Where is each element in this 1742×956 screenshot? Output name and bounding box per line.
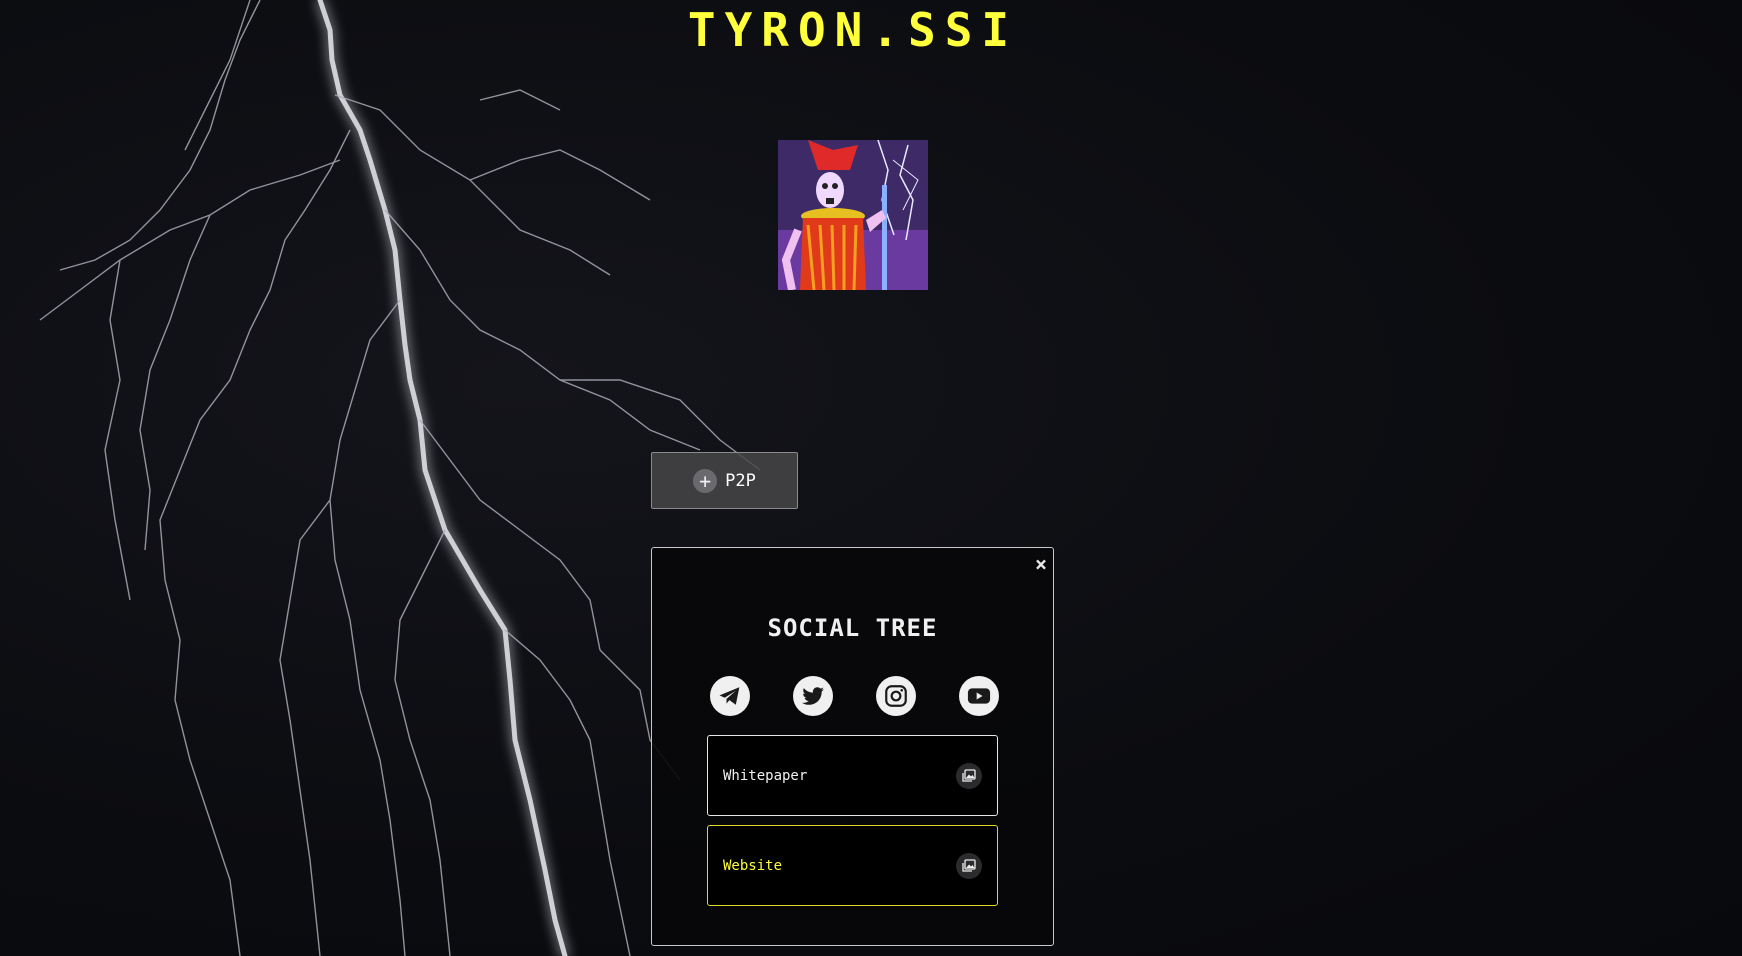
page-background: TYRON.SSI + P2P × SOCIAL TREE Whitepaper… [0,0,1742,956]
twitter-icon[interactable] [793,676,833,716]
social-icons-row [710,676,1000,716]
p2p-button-label: P2P [725,470,756,491]
image-stack-icon [956,762,982,789]
website-link[interactable]: Website [707,825,998,906]
close-button[interactable]: × [1035,552,1047,576]
image-stack-icon [956,852,982,879]
youtube-icon[interactable] [959,676,999,716]
website-link-label: Website [723,857,783,874]
social-tree-panel: × SOCIAL TREE Whitepaper Website [651,547,1054,946]
app-title: TYRON.SSI [687,3,1019,57]
telegram-icon[interactable] [710,676,750,716]
whitepaper-link-label: Whitepaper [723,767,808,784]
plus-circle-icon: + [693,468,718,493]
whitepaper-link[interactable]: Whitepaper [707,735,998,816]
avatar [778,140,928,290]
instagram-icon[interactable] [876,676,916,716]
social-tree-title: SOCIAL TREE [767,614,938,642]
p2p-button[interactable]: + P2P [651,452,798,509]
